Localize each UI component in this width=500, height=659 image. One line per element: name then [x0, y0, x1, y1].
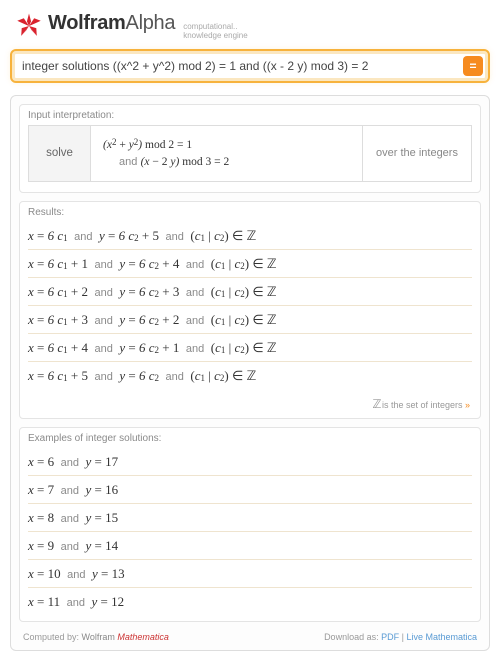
brand-header: WolframAlpha computational..knowledge en… — [16, 12, 490, 41]
example-row: x = 10 and y = 13 — [28, 560, 472, 588]
interpretation-table: solve (x2 + y2) mod 2 = 1 and (x − 2 y) … — [28, 125, 472, 183]
example-row: x = 9 and y = 14 — [28, 532, 472, 560]
content-panel: Input interpretation: solve (x2 + y2) mo… — [10, 95, 490, 652]
result-row: x = 6 c1 + 5 and y = 6 c2 and (c1 | c2) … — [28, 362, 472, 389]
footer: Computed by: Wolfram Mathematica Downloa… — [19, 630, 481, 642]
brand-tagline: computational..knowledge engine — [183, 23, 248, 41]
results-footnote: ℤ is the set of integers » — [20, 395, 480, 418]
result-row: x = 6 c1 + 4 and y = 6 c2 + 1 and (c1 | … — [28, 334, 472, 362]
result-row: x = 6 c1 + 1 and y = 6 c2 + 4 and (c1 | … — [28, 250, 472, 278]
wolfram-spikey-icon — [16, 13, 42, 39]
example-row: x = 11 and y = 12 — [28, 588, 472, 615]
equation-cell: (x2 + y2) mod 2 = 1 and (x − 2 y) mod 3 … — [91, 126, 363, 182]
brand-name: WolframAlpha — [48, 12, 175, 35]
example-row: x = 8 and y = 15 — [28, 504, 472, 532]
example-row: x = 7 and y = 16 — [28, 476, 472, 504]
solve-label: solve — [29, 126, 91, 182]
chevron-right-icon[interactable]: » — [465, 400, 470, 410]
pod-examples: Examples of integer solutions: x = 6 and… — [19, 427, 481, 622]
pod-title: Examples of integer solutions: — [20, 428, 480, 448]
pod-input-interpretation: Input interpretation: solve (x2 + y2) mo… — [19, 104, 481, 194]
over-integers-label: over the integers — [363, 126, 471, 182]
result-row: x = 6 c1 + 2 and y = 6 c2 + 3 and (c1 | … — [28, 278, 472, 306]
submit-button[interactable]: = — [463, 56, 483, 76]
result-row: x = 6 c1 and y = 6 c2 + 5 and (c1 | c2) … — [28, 222, 472, 250]
search-input[interactable] — [22, 59, 454, 73]
example-row: x = 6 and y = 17 — [28, 448, 472, 476]
search-bar[interactable]: = — [10, 49, 490, 83]
pod-title: Results: — [20, 202, 480, 222]
equals-icon: = — [469, 59, 476, 73]
result-row: x = 6 c1 + 3 and y = 6 c2 + 2 and (c1 | … — [28, 306, 472, 334]
pod-results: Results: x = 6 c1 and y = 6 c2 + 5 and (… — [19, 201, 481, 419]
pod-title: Input interpretation: — [20, 105, 480, 125]
